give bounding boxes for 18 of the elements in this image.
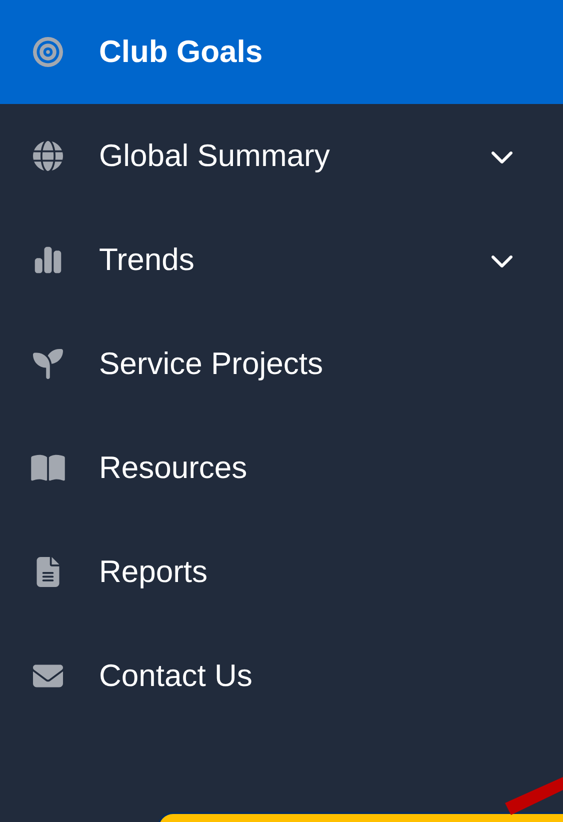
sidebar-item[interactable]: Global Summary (0, 104, 563, 208)
book-icon (30, 453, 66, 483)
sidebar-item[interactable]: Club Goals (0, 0, 563, 104)
sidebar-label: Service Projects (99, 344, 323, 383)
sidebar-item[interactable]: Contact Us (0, 624, 563, 728)
sidebar-item[interactable]: Service Projects (0, 312, 563, 416)
sidebar-item[interactable]: Trends (0, 208, 563, 312)
target-icon (30, 37, 66, 67)
sidebar-label: Club Goals (99, 32, 263, 71)
sidebar-item[interactable]: Resources (0, 416, 563, 520)
sidebar-item[interactable]: Reports (0, 520, 563, 624)
sidebar-label: Contact Us (99, 656, 252, 695)
sidebar-label: Global Summary (99, 136, 330, 175)
sidebar-label: Resources (99, 448, 248, 487)
sidebar-label: Reports (99, 552, 208, 591)
seedling-icon (30, 349, 66, 379)
sidebar-label: Trends (99, 240, 194, 279)
globe-icon (30, 141, 66, 171)
